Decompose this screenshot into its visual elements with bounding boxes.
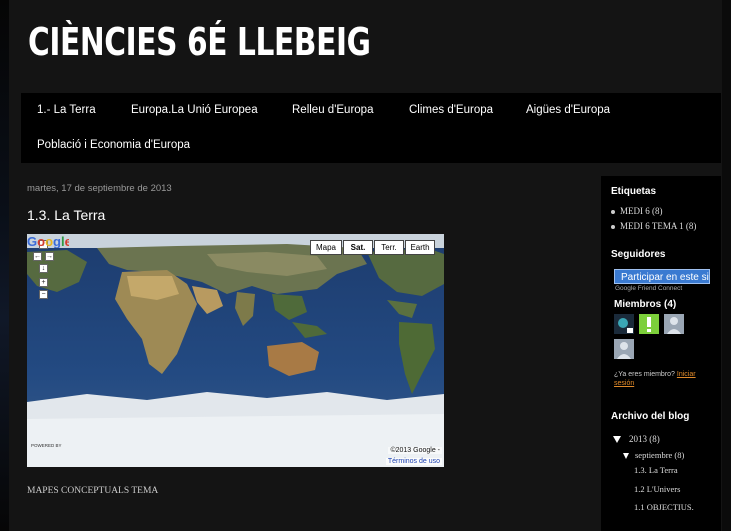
- post-body-text: MAPES CONCEPTUALS TEMA: [27, 486, 159, 496]
- labels-heading: Etiquetas: [611, 186, 657, 197]
- archive-year[interactable]: 2013 (8): [613, 434, 660, 444]
- zoom-out-icon[interactable]: −: [39, 290, 48, 299]
- nav-item-aigues[interactable]: Aigües d'Europa: [526, 104, 610, 116]
- map-type-terr[interactable]: Terr.: [374, 240, 404, 255]
- archive-post-link[interactable]: 1.1 OBJECTIUS.: [634, 502, 694, 512]
- svg-text:Google: Google: [27, 234, 69, 248]
- nav-item-unio-europea[interactable]: Europa.La Unió Europea: [131, 104, 258, 116]
- label-item[interactable]: MEDI 6 TEMA 1 (8): [611, 221, 696, 231]
- avatar[interactable]: [614, 339, 634, 359]
- post-date: martes, 17 de septiembre de 2013: [27, 183, 172, 194]
- already-member-text: ¿Ya eres miembro? Iniciar sesión: [614, 371, 696, 387]
- arrow-left-icon[interactable]: ←: [33, 252, 42, 261]
- satellite-map-image: [27, 234, 444, 467]
- archive-month[interactable]: septiembre (8): [623, 450, 684, 460]
- triangle-down-icon[interactable]: [623, 453, 629, 460]
- map-type-earth[interactable]: Earth: [405, 240, 435, 255]
- google-friend-connect-label: Google Friend Connect: [615, 285, 683, 292]
- bullet-icon: [611, 209, 615, 214]
- page-background-right: [722, 0, 731, 531]
- followers-heading: Seguidores: [611, 249, 666, 260]
- bullet-icon: [611, 224, 615, 229]
- triangle-down-icon[interactable]: [613, 436, 621, 444]
- blog-title[interactable]: CIÈNCIES 6É LLEBEIG: [28, 20, 371, 64]
- map-type-mapa[interactable]: Mapa: [310, 240, 342, 255]
- label-item[interactable]: MEDI 6 (8): [611, 206, 663, 216]
- nav-item-relleu[interactable]: Relleu d'Europa: [292, 104, 373, 116]
- zoom-in-icon[interactable]: +: [39, 278, 48, 287]
- arrow-down-icon[interactable]: ↓: [39, 264, 48, 273]
- post-title[interactable]: 1.3. La Terra: [27, 207, 105, 223]
- nav-item-climes[interactable]: Climes d'Europa: [409, 104, 493, 116]
- archive-post-link[interactable]: 1.2 L'Univers: [634, 484, 680, 494]
- map-terms-link[interactable]: Términos de uso: [385, 458, 442, 465]
- embedded-map[interactable]: ↑ ← → ↓ + − Mapa Sat. Terr. Earth POWERE…: [27, 234, 444, 467]
- powered-by-label: POWERED BY: [31, 443, 62, 448]
- page-background-left: [0, 0, 9, 531]
- follow-button[interactable]: Participar en este si: [614, 269, 710, 284]
- avatar[interactable]: [639, 314, 659, 334]
- archive-post-link[interactable]: 1.3. La Terra: [634, 465, 678, 475]
- avatar[interactable]: [614, 314, 634, 334]
- top-navigation: 1.- La Terra Europa.La Unió Europea Rell…: [21, 93, 721, 163]
- members-count: Miembros (4): [614, 299, 677, 310]
- sidebar: Etiquetas MEDI 6 (8) MEDI 6 TEMA 1 (8) S…: [601, 176, 721, 531]
- map-copyright: ©2013 Google -: [388, 447, 442, 454]
- google-logo-icon[interactable]: Google: [27, 234, 69, 248]
- main-column: martes, 17 de septiembre de 2013 1.3. La…: [21, 173, 591, 531]
- nav-item-poblacio[interactable]: Població i Economia d'Europa: [37, 139, 190, 151]
- arrow-right-icon[interactable]: →: [45, 252, 54, 261]
- avatar[interactable]: [664, 314, 684, 334]
- map-type-sat[interactable]: Sat.: [343, 240, 373, 255]
- archive-heading: Archivo del blog: [611, 411, 690, 422]
- nav-item-la-terra[interactable]: 1.- La Terra: [37, 104, 96, 116]
